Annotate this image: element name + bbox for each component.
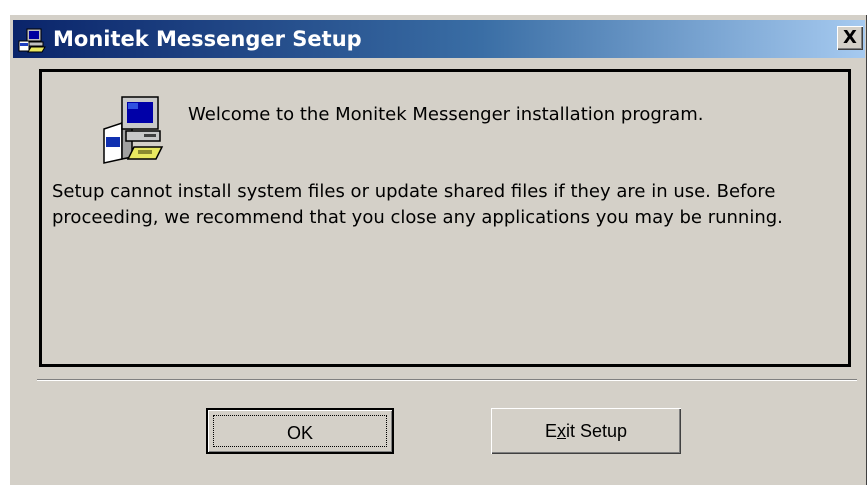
setup-computer-icon <box>18 28 46 53</box>
exit-label-suffix: it Setup <box>565 421 628 441</box>
title-bar[interactable]: Monitek Messenger Setup X <box>13 20 865 58</box>
exit-label-prefix: E <box>544 421 557 441</box>
exit-label-accelerator: x <box>556 421 566 441</box>
close-icon: X <box>843 27 857 48</box>
close-button[interactable]: X <box>837 26 863 50</box>
setup-description: Setup cannot install system files or upd… <box>52 181 783 228</box>
welcome-panel: Welcome to the Monitek Messenger install… <box>39 69 851 367</box>
welcome-message: Welcome to the Monitek Messenger install… <box>188 104 704 125</box>
ok-button-label: OK <box>286 423 313 443</box>
separator <box>37 379 857 381</box>
setup-dialog: Monitek Messenger Setup X Welcome to the… <box>9 14 867 485</box>
setup-computer-icon <box>103 96 164 164</box>
ok-button[interactable]: OK <box>206 408 394 454</box>
exit-setup-button[interactable]: Exit Setup <box>491 408 681 454</box>
window-title: Monitek Messenger Setup <box>53 27 362 51</box>
